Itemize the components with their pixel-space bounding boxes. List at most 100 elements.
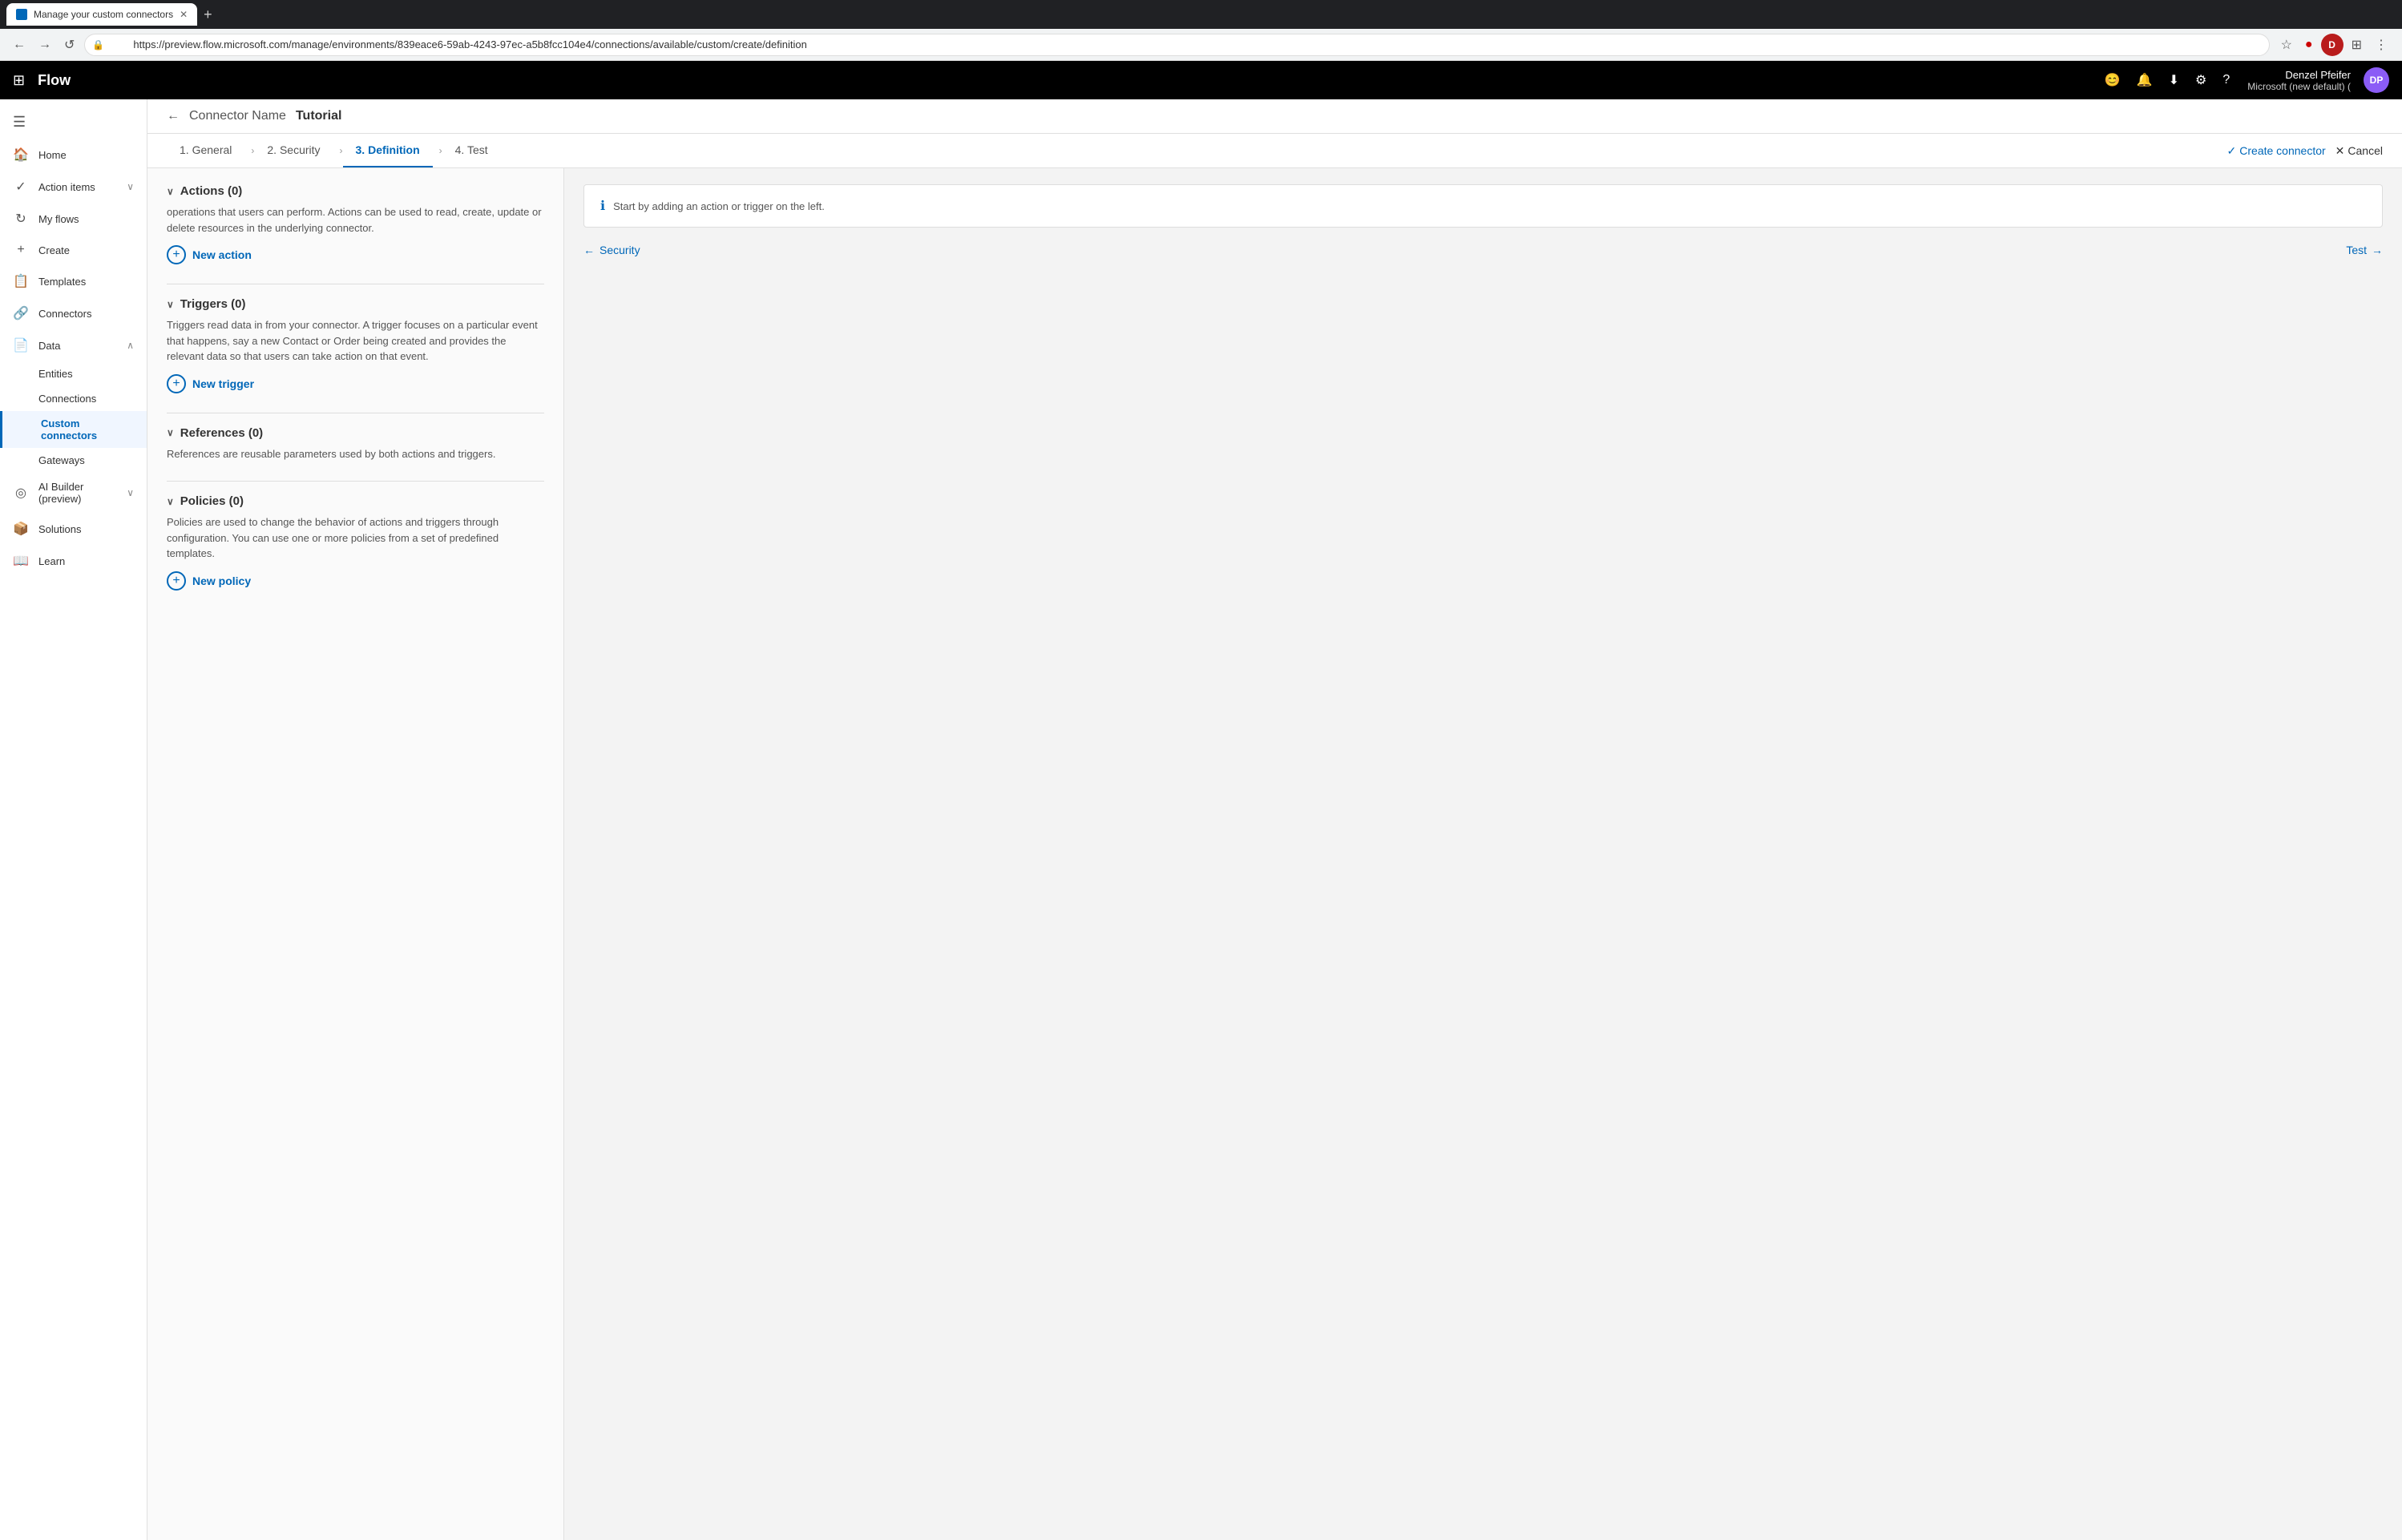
tab-close-btn[interactable]: ✕: [180, 9, 188, 20]
lock-icon: 🔒: [92, 39, 104, 50]
app-grid-icon[interactable]: ⊞: [13, 72, 25, 89]
top-nav: ⊞ Flow 😊 🔔 ⬇ ⚙ ? Denzel Pfeifer Microsof…: [0, 61, 2402, 99]
my-flows-icon: ↻: [13, 211, 29, 227]
security-nav-label: Security: [599, 244, 640, 256]
download-btn[interactable]: ⬇: [2164, 67, 2184, 93]
new-action-label: New action: [192, 248, 252, 261]
sidebar-item-learn[interactable]: 📖 Learn: [0, 545, 147, 577]
browser-chrome: Manage your custom connectors ✕ +: [0, 0, 2402, 29]
cancel-label: Cancel: [2348, 144, 2383, 157]
new-trigger-btn[interactable]: + New trigger: [167, 374, 254, 393]
sidebar-item-home[interactable]: 🏠 Home: [0, 139, 147, 171]
ai-builder-icon: ◎: [13, 485, 29, 501]
address-bar-wrap: 🔒 https://preview.flow.microsoft.com/man…: [84, 34, 2269, 56]
app-name: Flow: [38, 72, 71, 89]
triggers-section-header: ∨ Triggers (0): [167, 297, 544, 311]
sidebar-item-create[interactable]: + Create: [0, 235, 147, 265]
user-info: Denzel Pfeifer Microsoft (new default) (: [2247, 69, 2351, 92]
check-icon: ✓: [2227, 144, 2237, 158]
tab-test[interactable]: 4. Test: [442, 134, 501, 167]
sidebar: ☰ 🏠 Home ✓ Action items ∨ ↻ My flows + C…: [0, 99, 147, 1540]
actions-chevron-icon[interactable]: ∨: [167, 186, 174, 197]
create-icon: +: [13, 243, 29, 257]
connector-title: Tutorial: [296, 109, 341, 123]
wizard-actions: ✓ Create connector ✕ Cancel: [2227, 144, 2383, 158]
profile-avatar[interactable]: D: [2321, 34, 2343, 56]
opera-btn[interactable]: ●: [2300, 34, 2318, 55]
sidebar-label-data: Data: [38, 340, 60, 352]
create-connector-label: Create connector: [2239, 144, 2325, 157]
notification-btn[interactable]: 🔔: [2132, 67, 2158, 93]
sidebar-item-connections[interactable]: Connections: [0, 386, 147, 411]
references-chevron-icon[interactable]: ∨: [167, 427, 174, 438]
connector-header: ← Connector Name Tutorial: [147, 99, 2402, 134]
new-action-btn[interactable]: + New action: [167, 245, 252, 264]
sidebar-item-action-items[interactable]: ✓ Action items ∨: [0, 171, 147, 203]
sidebar-item-ai-builder[interactable]: ◎ AI Builder (preview) ∨: [0, 473, 147, 513]
action-items-expand-icon: ∨: [127, 181, 134, 192]
policies-section-desc: Policies are used to change the behavior…: [167, 514, 544, 562]
main-body: ☰ 🏠 Home ✓ Action items ∨ ↻ My flows + C…: [0, 99, 2402, 1540]
address-bar[interactable]: https://preview.flow.microsoft.com/manag…: [84, 34, 2269, 56]
sidebar-label-ai-builder: AI Builder (preview): [38, 481, 83, 505]
definition-right-panel: ℹ Start by adding an action or trigger o…: [564, 168, 2402, 1540]
tab-general[interactable]: 1. General: [167, 134, 244, 167]
menu-btn[interactable]: ⋮: [2370, 34, 2392, 56]
connector-back-btn[interactable]: ←: [167, 109, 180, 123]
references-section: ∨ References (0) References are reusable…: [167, 426, 544, 462]
emoji-btn[interactable]: 😊: [2100, 67, 2125, 93]
sidebar-item-entities[interactable]: Entities: [0, 361, 147, 386]
policies-section-title: Policies (0): [180, 494, 244, 508]
sidebar-item-connectors[interactable]: 🔗 Connectors: [0, 297, 147, 329]
learn-icon: 📖: [13, 553, 29, 569]
actions-section-header: ∨ Actions (0): [167, 184, 544, 198]
policies-chevron-icon[interactable]: ∨: [167, 496, 174, 507]
new-policy-plus-icon: +: [167, 571, 186, 591]
sidebar-item-data[interactable]: 📄 Data ∧: [0, 329, 147, 361]
sidebar-toggle-btn[interactable]: ☰: [0, 106, 147, 139]
new-policy-btn[interactable]: + New policy: [167, 571, 251, 591]
new-tab-btn[interactable]: +: [204, 6, 212, 23]
forward-nav-btn[interactable]: →: [35, 34, 54, 55]
sidebar-label-create: Create: [38, 244, 70, 256]
security-nav-btn[interactable]: ← Security: [583, 244, 640, 256]
sidebar-label-connectors: Connectors: [38, 308, 91, 320]
toolbar-icons: ☆ ● D ⊞ ⋮: [2276, 34, 2392, 56]
sidebar-item-my-flows[interactable]: ↻ My flows: [0, 203, 147, 235]
extensions-btn[interactable]: ⊞: [2347, 34, 2367, 56]
actions-section-desc: operations that users can perform. Actio…: [167, 204, 544, 236]
cancel-btn[interactable]: ✕ Cancel: [2335, 144, 2383, 158]
new-policy-label: New policy: [192, 574, 251, 587]
data-icon: 📄: [13, 337, 29, 353]
test-nav-btn[interactable]: Test →: [2346, 244, 2383, 256]
sidebar-item-custom-connectors[interactable]: Custom connectors: [0, 411, 147, 448]
sidebar-item-templates[interactable]: 📋 Templates: [0, 265, 147, 297]
home-icon: 🏠: [13, 147, 29, 163]
back-nav-btn[interactable]: ←: [10, 34, 29, 55]
settings-btn[interactable]: ⚙: [2190, 67, 2211, 93]
tab-definition[interactable]: 3. Definition: [343, 134, 433, 167]
top-nav-icons: 😊 🔔 ⬇ ⚙ ?: [2100, 67, 2235, 93]
policies-section: ∨ Policies (0) Policies are used to chan…: [167, 494, 544, 591]
refresh-nav-btn[interactable]: ↺: [61, 34, 78, 56]
browser-tab[interactable]: Manage your custom connectors ✕: [6, 3, 197, 26]
sidebar-item-solutions[interactable]: 📦 Solutions: [0, 513, 147, 545]
left-arrow-icon: ←: [583, 244, 595, 256]
create-connector-btn[interactable]: ✓ Create connector: [2227, 144, 2326, 158]
tab-title: Manage your custom connectors: [34, 9, 173, 20]
sidebar-item-gateways[interactable]: Gateways: [0, 448, 147, 473]
triggers-section-desc: Triggers read data in from your connecto…: [167, 317, 544, 365]
references-section-header: ∨ References (0): [167, 426, 544, 440]
info-message: ℹ Start by adding an action or trigger o…: [583, 184, 2383, 228]
tab-security[interactable]: 2. Security: [254, 134, 333, 167]
content-area: ← Connector Name Tutorial 1. General › 2…: [147, 99, 2402, 1540]
bookmark-btn[interactable]: ☆: [2276, 34, 2297, 56]
sidebar-label-templates: Templates: [38, 276, 86, 288]
actions-section: ∨ Actions (0) operations that users can …: [167, 184, 544, 264]
user-avatar[interactable]: DP: [2364, 67, 2389, 93]
app-layout: ⊞ Flow 😊 🔔 ⬇ ⚙ ? Denzel Pfeifer Microsof…: [0, 61, 2402, 1540]
sidebar-label-home: Home: [38, 149, 67, 161]
triggers-chevron-icon[interactable]: ∨: [167, 299, 174, 310]
triggers-section: ∨ Triggers (0) Triggers read data in fro…: [167, 297, 544, 393]
help-btn[interactable]: ?: [2218, 68, 2234, 92]
